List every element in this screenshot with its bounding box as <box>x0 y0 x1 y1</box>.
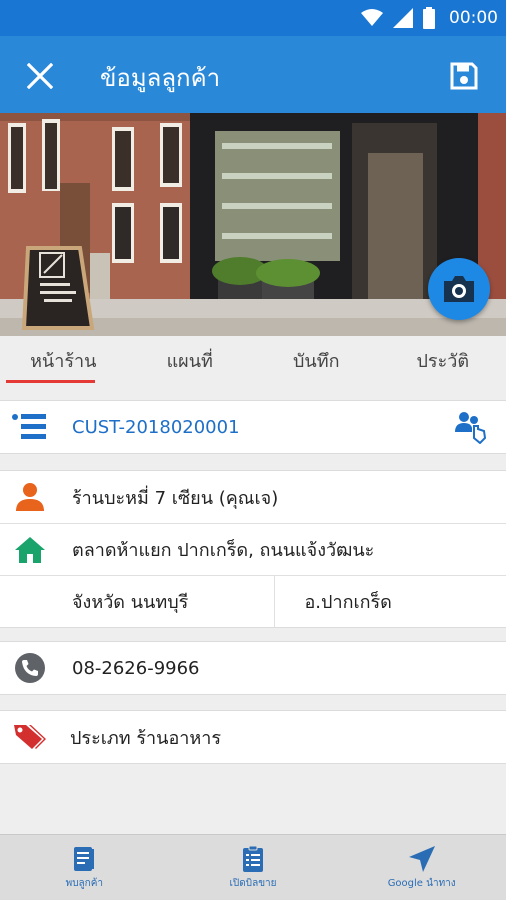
district-value: อ.ปากเกร็ด <box>304 592 392 613</box>
phone-row[interactable]: 08-2626-9966 <box>0 642 506 694</box>
tab-map[interactable]: แผนที่ <box>127 336 254 384</box>
status-time: 00:00 <box>449 8 498 28</box>
nav-sales-bill[interactable]: เปิดบิลขาย <box>169 835 338 900</box>
phone-card: 08-2626-9966 <box>0 641 506 695</box>
customer-code-card: CUST-2018020001 <box>0 400 506 454</box>
customer-name-row[interactable]: ร้านบะหมี่ 7 เซียน (คุณเจ) <box>0 471 506 523</box>
nav-label: พบลูกค้า <box>65 877 104 889</box>
camera-button[interactable] <box>428 258 490 320</box>
tab-label: แผนที่ <box>166 350 213 372</box>
status-bar: 00:00 <box>0 0 506 36</box>
app-bar: ข้อมูลลูกค้า <box>0 36 506 113</box>
list-icon <box>10 407 50 447</box>
battery-icon <box>423 7 435 29</box>
nav-label: เปิดบิลขาย <box>229 877 277 889</box>
province-field[interactable]: จังหวัด นนทบุรี <box>0 576 275 627</box>
customer-name: ร้านบะหมี่ 7 เซียน (คุณเจ) <box>72 487 279 509</box>
customer-category: ประเภท ร้านอาหาร <box>70 727 222 749</box>
customer-address: ตลาดห้าแยก ปากเกร็ด, ถนนแจ้งวัฒนะ <box>72 540 375 561</box>
close-icon <box>27 63 53 89</box>
person-icon <box>10 477 50 517</box>
nav-visit-customer[interactable]: พบลูกค้า <box>0 835 169 900</box>
tab-history[interactable]: ประวัติ <box>380 336 506 384</box>
customer-detail-card: ร้านบะหมี่ 7 เซียน (คุณเจ) ตลาดห้าแยก ปา… <box>0 470 506 628</box>
category-row[interactable]: ประเภท ร้านอาหาร <box>0 711 506 763</box>
save-icon <box>450 62 478 90</box>
province-value: จังหวัด นนทบุรี <box>72 592 189 613</box>
wifi-icon <box>361 9 383 26</box>
tab-label: หน้าร้าน <box>30 350 97 372</box>
tag-icon <box>10 717 50 757</box>
page-title: ข้อมูลลูกค้า <box>100 64 221 92</box>
address-row[interactable]: ตลาดห้าแยก ปากเกร็ด, ถนนแจ้งวัฒนะ <box>0 523 506 575</box>
navigation-icon <box>408 845 435 872</box>
region-row: จังหวัด นนทบุรี อ.ปากเกร็ด <box>0 575 506 627</box>
tab-label: บันทึก <box>293 350 340 372</box>
customer-code-row: CUST-2018020001 <box>0 401 506 453</box>
phone-number: 08-2626-9966 <box>72 657 200 679</box>
tab-notes[interactable]: บันทึก <box>253 336 380 384</box>
save-button[interactable] <box>442 54 486 98</box>
tab-bar: หน้าร้าน แผนที่ บันทึก ประวัติ <box>0 336 506 384</box>
select-contact-button[interactable] <box>452 409 488 445</box>
category-card: ประเภท ร้านอาหาร <box>0 710 506 764</box>
bottom-navigation: พบลูกค้า เปิดบิลขาย Google นำทาง <box>0 834 506 900</box>
close-button[interactable] <box>18 54 62 98</box>
customer-code: CUST-2018020001 <box>72 416 240 438</box>
nav-google-navigation[interactable]: Google นำทาง <box>337 835 506 900</box>
nav-label: Google นำทาง <box>387 877 456 889</box>
contacts-select-icon <box>455 412 486 444</box>
signal-icon <box>393 8 413 28</box>
camera-icon <box>444 276 474 302</box>
district-field[interactable]: อ.ปากเกร็ด <box>275 576 506 627</box>
storefront-photo <box>0 113 506 336</box>
tab-storefront[interactable]: หน้าร้าน <box>0 336 127 384</box>
phone-icon <box>10 648 50 688</box>
tab-label: ประวัติ <box>416 350 470 372</box>
sales-bill-icon <box>243 845 263 872</box>
home-icon <box>10 530 50 570</box>
visit-customer-icon <box>74 846 95 871</box>
